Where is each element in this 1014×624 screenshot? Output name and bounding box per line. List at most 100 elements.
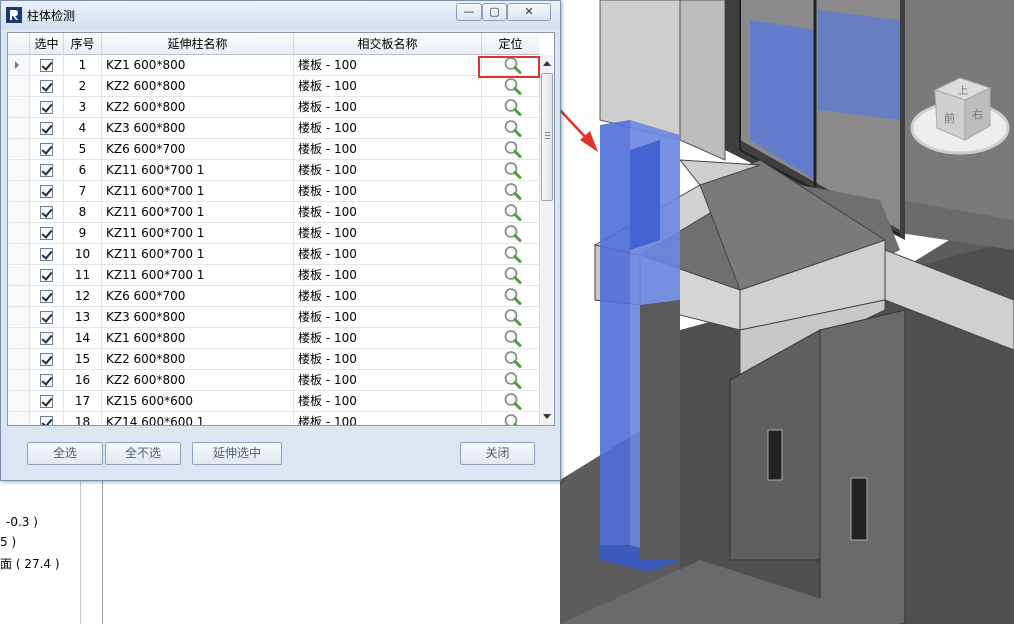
table-row[interactable]: 12 KZ6 600*700 楼板 - 100 — [8, 286, 539, 307]
close-window-button[interactable]: ✕ — [507, 3, 551, 21]
row-indicator[interactable] — [8, 370, 30, 390]
table-row[interactable]: 9 KZ11 600*700 1 楼板 - 100 — [8, 223, 539, 244]
locate-cell[interactable] — [482, 202, 539, 222]
table-row[interactable]: 17 KZ15 600*600 楼板 - 100 — [8, 391, 539, 412]
row-checkbox[interactable] — [40, 353, 53, 366]
row-indicator[interactable] — [8, 265, 30, 285]
table-row[interactable]: 14 KZ1 600*800 楼板 - 100 — [8, 328, 539, 349]
select-cell[interactable] — [30, 265, 64, 285]
table-row[interactable]: 10 KZ11 600*700 1 楼板 - 100 — [8, 244, 539, 265]
maximize-button[interactable]: ▢ — [482, 3, 507, 21]
row-checkbox[interactable] — [40, 206, 53, 219]
header-number[interactable]: 序号 — [64, 33, 102, 55]
locate-cell[interactable] — [482, 244, 539, 264]
magnifier-icon[interactable] — [503, 161, 523, 180]
column-grid[interactable]: 选中 序号 延伸柱名称 相交板名称 定位 1 KZ1 600*800 楼板 - 10… — [7, 32, 555, 426]
locate-cell[interactable] — [482, 76, 539, 96]
row-indicator[interactable] — [8, 118, 30, 138]
select-cell[interactable] — [30, 139, 64, 159]
row-indicator[interactable] — [8, 391, 30, 411]
select-extended-button[interactable]: 延伸选中 — [192, 442, 282, 465]
magnifier-icon[interactable] — [503, 413, 523, 425]
vertical-scrollbar[interactable] — [539, 55, 554, 425]
table-row[interactable]: 5 KZ6 600*700 楼板 - 100 — [8, 139, 539, 160]
table-row[interactable]: 4 KZ3 600*800 楼板 - 100 — [8, 118, 539, 139]
table-row[interactable]: 1 KZ1 600*800 楼板 - 100 — [8, 55, 539, 76]
table-row[interactable]: 18 KZ14 600*600 1 楼板 - 100 — [8, 412, 539, 425]
magnifier-icon[interactable] — [503, 224, 523, 243]
header-locate[interactable]: 定位 — [482, 33, 539, 55]
row-checkbox[interactable] — [40, 395, 53, 408]
row-checkbox[interactable] — [40, 80, 53, 93]
scroll-down-arrow-icon[interactable] — [543, 414, 551, 419]
magnifier-icon[interactable] — [503, 371, 523, 390]
table-row[interactable]: 2 KZ2 600*800 楼板 - 100 — [8, 76, 539, 97]
locate-cell[interactable] — [482, 328, 539, 348]
select-cell[interactable] — [30, 76, 64, 96]
select-cell[interactable] — [30, 370, 64, 390]
select-cell[interactable] — [30, 244, 64, 264]
magnifier-icon[interactable] — [503, 245, 523, 264]
select-none-button[interactable]: 全不选 — [105, 442, 181, 465]
select-cell[interactable] — [30, 412, 64, 425]
select-cell[interactable] — [30, 55, 64, 75]
select-cell[interactable] — [30, 118, 64, 138]
select-cell[interactable] — [30, 307, 64, 327]
row-checkbox[interactable] — [40, 227, 53, 240]
row-checkbox[interactable] — [40, 143, 53, 156]
row-checkbox[interactable] — [40, 290, 53, 303]
row-indicator[interactable] — [8, 55, 30, 75]
row-indicator[interactable] — [8, 286, 30, 306]
select-cell[interactable] — [30, 160, 64, 180]
magnifier-icon[interactable] — [503, 203, 523, 222]
header-select[interactable]: 选中 — [30, 33, 64, 55]
header-slab-name[interactable]: 相交板名称 — [294, 33, 482, 55]
row-indicator[interactable] — [8, 202, 30, 222]
magnifier-icon[interactable] — [503, 308, 523, 327]
row-indicator[interactable] — [8, 160, 30, 180]
row-checkbox[interactable] — [40, 332, 53, 345]
locate-cell[interactable] — [482, 286, 539, 306]
table-row[interactable]: 3 KZ2 600*800 楼板 - 100 — [8, 97, 539, 118]
locate-cell[interactable] — [482, 370, 539, 390]
row-checkbox[interactable] — [40, 248, 53, 261]
magnifier-icon[interactable] — [503, 140, 523, 159]
minimize-button[interactable]: — — [456, 3, 482, 21]
row-checkbox[interactable] — [40, 374, 53, 387]
locate-cell[interactable] — [482, 307, 539, 327]
row-checkbox[interactable] — [40, 122, 53, 135]
row-indicator[interactable] — [8, 223, 30, 243]
row-indicator[interactable] — [8, 307, 30, 327]
header-column-name[interactable]: 延伸柱名称 — [102, 33, 294, 55]
row-indicator[interactable] — [8, 139, 30, 159]
table-row[interactable]: 11 KZ11 600*700 1 楼板 - 100 — [8, 265, 539, 286]
select-cell[interactable] — [30, 202, 64, 222]
close-button[interactable]: 关闭 — [460, 442, 535, 465]
table-row[interactable]: 16 KZ2 600*800 楼板 - 100 — [8, 370, 539, 391]
select-cell[interactable] — [30, 391, 64, 411]
select-all-button[interactable]: 全选 — [27, 442, 103, 465]
locate-cell[interactable] — [482, 181, 539, 201]
row-checkbox[interactable] — [40, 59, 53, 72]
locate-cell[interactable] — [482, 391, 539, 411]
table-row[interactable]: 7 KZ11 600*700 1 楼板 - 100 — [8, 181, 539, 202]
magnifier-icon[interactable] — [503, 350, 523, 369]
scroll-up-arrow-icon[interactable] — [543, 61, 551, 66]
locate-cell[interactable] — [482, 412, 539, 425]
locate-cell[interactable] — [482, 97, 539, 117]
row-indicator[interactable] — [8, 244, 30, 264]
select-cell[interactable] — [30, 349, 64, 369]
row-checkbox[interactable] — [40, 416, 53, 425]
locate-cell[interactable] — [482, 118, 539, 138]
select-cell[interactable] — [30, 223, 64, 243]
row-indicator[interactable] — [8, 181, 30, 201]
row-indicator[interactable] — [8, 349, 30, 369]
row-checkbox[interactable] — [40, 269, 53, 282]
locate-cell[interactable] — [482, 139, 539, 159]
row-checkbox[interactable] — [40, 164, 53, 177]
magnifier-icon[interactable] — [503, 392, 523, 411]
select-cell[interactable] — [30, 328, 64, 348]
dialog-titlebar[interactable]: 柱体检测 — ▢ ✕ — [1, 1, 560, 29]
locate-cell[interactable] — [482, 265, 539, 285]
row-indicator[interactable] — [8, 97, 30, 117]
